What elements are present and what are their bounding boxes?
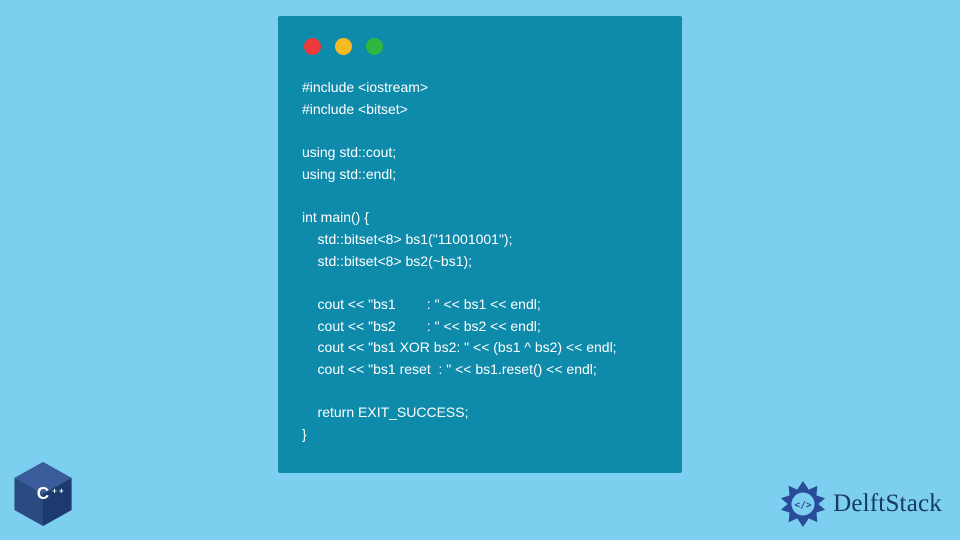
- svg-text:</>: </>: [794, 500, 812, 511]
- brand-logo: </> DelftStack: [779, 480, 942, 528]
- minimize-icon: [335, 38, 352, 55]
- brand-mark-icon: </>: [779, 480, 827, 528]
- close-icon: [304, 38, 321, 55]
- window-controls: [304, 38, 658, 55]
- svg-text:+: +: [52, 486, 57, 495]
- svg-text:C: C: [37, 483, 49, 503]
- svg-text:+: +: [59, 486, 64, 495]
- code-block: #include <iostream> #include <bitset> us…: [302, 77, 658, 446]
- maximize-icon: [366, 38, 383, 55]
- code-window: #include <iostream> #include <bitset> us…: [278, 16, 682, 473]
- brand-name: DelftStack: [833, 490, 942, 518]
- cpp-badge-icon: C + +: [14, 462, 72, 526]
